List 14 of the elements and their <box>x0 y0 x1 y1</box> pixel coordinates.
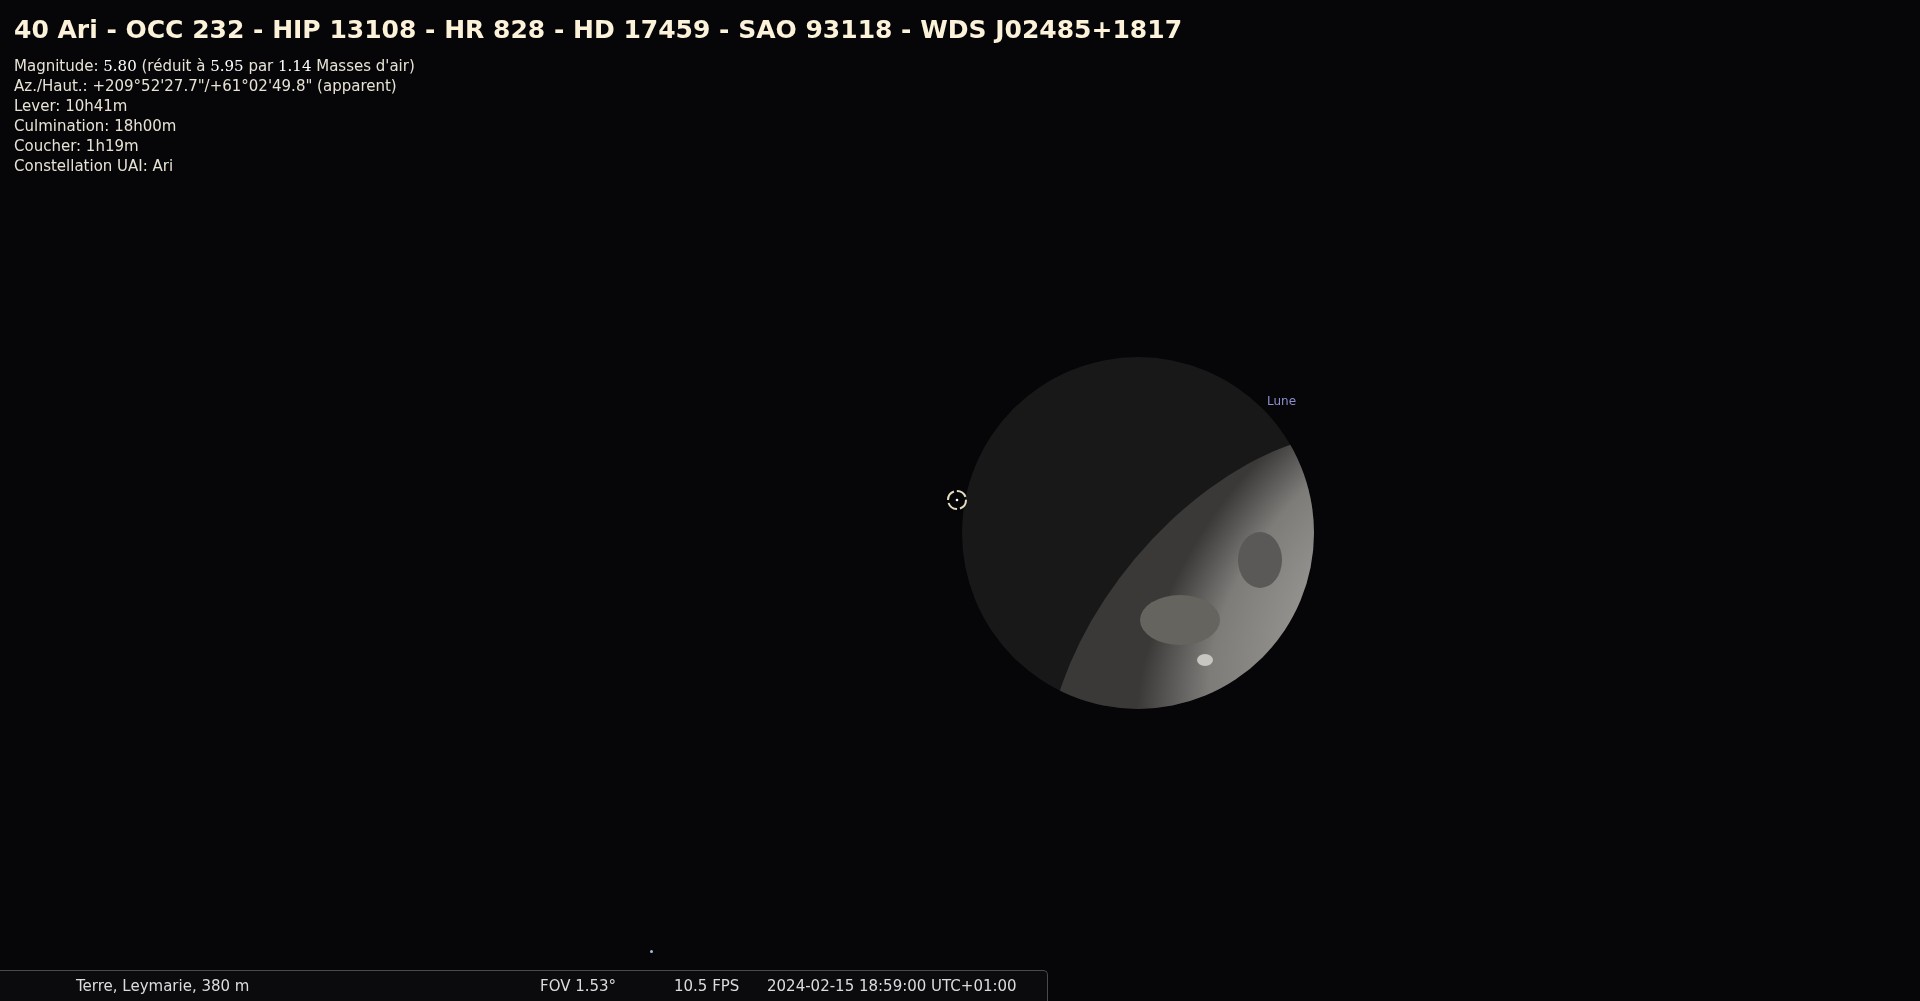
selection-marker-icon <box>944 487 970 513</box>
fov-text: FOV 1.53° <box>540 975 618 997</box>
location-text: Terre, Leymarie, 380 m <box>76 975 251 997</box>
object-info-line: Culmination: 18h00m <box>14 116 178 136</box>
object-info-line: Coucher: 1h19m <box>14 136 140 156</box>
fps-text: 10.5 FPS <box>674 975 741 997</box>
moon-label: Lune <box>1267 393 1297 410</box>
object-info-line: Lever: 10h41m <box>14 96 129 116</box>
object-info-line: Az./Haut.: +209°52'27.7"/+61°02'49.8" (apparent) <box>14 76 398 96</box>
star-dot <box>650 950 653 953</box>
object-info-line: Magnitude: 5.80 (réduit à 5.95 par 1.14 Masses d'air) <box>14 56 416 76</box>
object-info-line: Constellation UAI: Ari <box>14 156 175 176</box>
object-title: 40 Ari - OCC 232 - HIP 13108 - HR 828 - HD 17459 - SAO 93118 - WDS J02485+1817 <box>14 14 1183 46</box>
date-time-text: 2024-02-15 18:59:00 UTC+01:00 <box>767 975 1017 997</box>
